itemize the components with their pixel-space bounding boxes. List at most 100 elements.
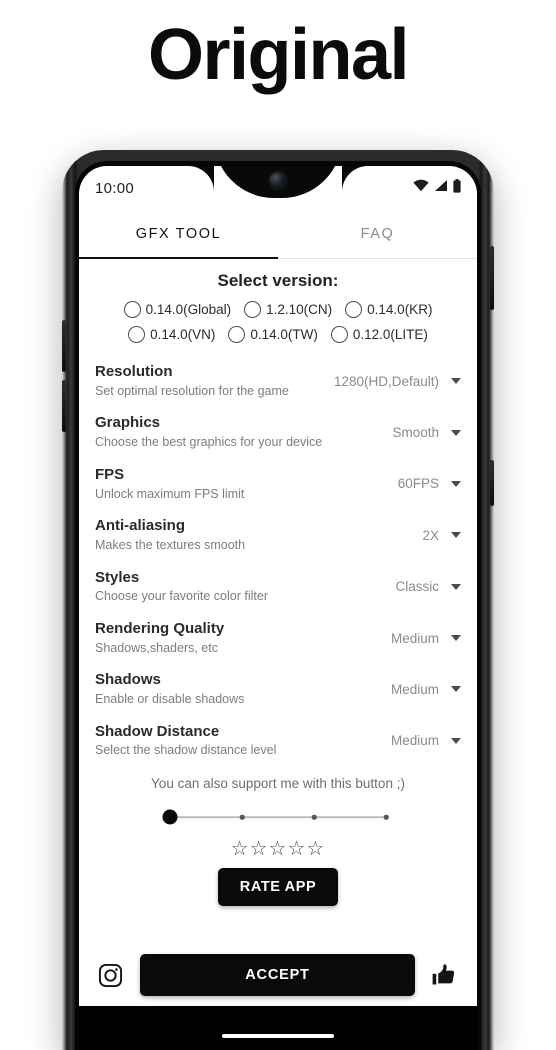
power-button[interactable] [490, 246, 494, 310]
chevron-down-icon[interactable] [451, 429, 461, 436]
setting-subtitle: Enable or disable shadows [95, 692, 245, 706]
setting-text: Anti-aliasing Makes the textures smooth [95, 517, 245, 553]
setting-subtitle: Select the shadow distance level [95, 743, 277, 758]
setting-value: Medium [390, 733, 439, 749]
version-option-cn[interactable]: 1.2.10(CN) [244, 301, 332, 318]
chevron-down-icon[interactable] [451, 378, 461, 385]
radio-icon[interactable] [345, 301, 363, 318]
setting-text: Graphics Choose the best graphics for yo… [95, 414, 322, 450]
setting-text: Shadows Enable or disable shadows [95, 671, 244, 707]
chevron-down-icon[interactable] [451, 583, 461, 590]
setting-value: 2X [422, 527, 439, 543]
setting-row-rendering-quality[interactable]: Rendering Quality Shadows,shaders, etc M… [95, 612, 461, 663]
version-option-label: 0.14.0(KR) [367, 302, 433, 317]
version-row-2: 0.14.0(VN) 0.14.0(TW) 0.12.0(LITE) [79, 326, 477, 343]
setting-dropdown[interactable]: Medium [391, 733, 461, 748]
radio-icon[interactable] [123, 301, 141, 318]
version-option-global[interactable]: 0.14.0(Global) [123, 301, 232, 318]
setting-row-fps[interactable]: FPS Unlock maximum FPS limit 60FPS [95, 458, 461, 509]
setting-value: Smooth [392, 425, 439, 441]
setting-text: Resolution Set optimal resolution for th… [95, 363, 289, 399]
phone-screen: 10:00 GFX TOOL FAQ Select version: 0.14.… [79, 166, 477, 1050]
slider-tick[interactable] [311, 814, 317, 820]
version-option-label: 0.14.0(Global) [145, 302, 232, 317]
setting-text: Shadow Distance Select the shadow distan… [95, 723, 276, 759]
slider-thumb[interactable] [162, 809, 178, 825]
setting-subtitle: Choose your favorite color filter [95, 589, 268, 604]
tab-faq[interactable]: FAQ [278, 210, 477, 258]
version-option-kr[interactable]: 0.14.0(KR) [345, 301, 432, 318]
setting-title: Shadows [95, 671, 161, 689]
chevron-down-icon[interactable] [451, 532, 461, 539]
version-option-lite[interactable]: 0.12.0(LITE) [330, 326, 428, 343]
page-title: Original [147, 15, 410, 95]
radio-icon[interactable] [330, 326, 348, 343]
volume-down-button[interactable] [62, 380, 66, 432]
setting-row-shadows[interactable]: Shadows Enable or disable shadows Medium [95, 663, 461, 714]
radio-icon[interactable] [244, 301, 262, 318]
radio-icon[interactable] [128, 326, 146, 343]
radio-icon[interactable] [228, 326, 246, 343]
status-clock: 10:00 [95, 179, 135, 197]
wifi-icon [413, 179, 429, 197]
setting-subtitle: Choose the best graphics for your device [95, 435, 323, 450]
rate-app-button[interactable]: RATE APP [217, 868, 339, 906]
setting-row-resolution[interactable]: Resolution Set optimal resolution for th… [95, 355, 461, 406]
setting-value: Classic [395, 579, 439, 595]
setting-dropdown[interactable]: Classic [395, 579, 461, 594]
settings-list: Resolution Set optimal resolution for th… [79, 351, 477, 766]
setting-row-styles[interactable]: Styles Choose your favorite color filter… [95, 561, 461, 612]
battery-icon [453, 178, 461, 198]
setting-text: FPS Unlock maximum FPS limit [95, 466, 244, 502]
setting-value: 1280(HD,Default) [333, 373, 439, 389]
version-option-tw[interactable]: 0.14.0(TW) [228, 326, 318, 343]
setting-dropdown[interactable]: Smooth [392, 425, 461, 440]
setting-value: Medium [390, 681, 439, 697]
slider-track[interactable] [170, 816, 386, 818]
setting-value: 60FPS [397, 476, 439, 492]
setting-row-shadow-distance[interactable]: Shadow Distance Select the shadow distan… [95, 715, 461, 766]
tab-gfx-tool[interactable]: GFX TOOL [79, 210, 278, 259]
setting-row-graphics[interactable]: Graphics Choose the best graphics for yo… [95, 406, 461, 457]
status-bar: 10:00 [79, 166, 477, 210]
setting-title: Rendering Quality [95, 619, 225, 637]
select-version-title: Select version: [217, 271, 339, 290]
gesture-pill[interactable] [222, 1034, 334, 1038]
chevron-down-icon[interactable] [451, 635, 461, 642]
star-rating[interactable]: ☆☆☆☆☆ [79, 839, 477, 859]
setting-title: Styles [95, 568, 140, 586]
version-option-label: 0.14.0(TW) [250, 327, 318, 342]
setting-subtitle: Makes the textures smooth [95, 537, 246, 552]
setting-title: Resolution [95, 363, 173, 380]
version-option-vn[interactable]: 0.14.0(VN) [128, 326, 215, 343]
side-key-button[interactable] [490, 460, 494, 506]
signal-icon [434, 179, 448, 197]
setting-dropdown[interactable]: 1280(HD,Default) [334, 374, 461, 389]
thumbs-up-icon[interactable] [431, 962, 459, 989]
instagram-icon[interactable] [97, 962, 124, 989]
slider-tick[interactable] [239, 814, 245, 820]
chevron-down-icon[interactable] [451, 480, 461, 487]
setting-dropdown[interactable]: Medium [391, 631, 461, 646]
android-nav-bar [79, 1006, 477, 1050]
main-content: Select version: 0.14.0(Global) 1.2.10(CN… [79, 258, 477, 1050]
chevron-down-icon[interactable] [451, 686, 461, 693]
setting-dropdown[interactable]: Medium [391, 682, 461, 697]
version-option-label: 0.12.0(LITE) [352, 327, 428, 342]
version-option-label: 0.14.0(VN) [150, 327, 216, 342]
setting-title: FPS [95, 465, 125, 483]
status-icons [413, 178, 461, 198]
tab-bar: GFX TOOL FAQ [79, 210, 477, 259]
accept-button[interactable]: ACCEPT [140, 954, 415, 996]
support-text: You can also support me with this button… [151, 776, 405, 791]
slider-tick[interactable] [383, 814, 389, 820]
chevron-down-icon[interactable] [451, 737, 461, 744]
support-slider[interactable] [162, 808, 394, 826]
bottom-action-bar: ACCEPT [79, 944, 477, 1006]
volume-up-button[interactable] [62, 320, 66, 372]
version-option-label: 1.2.10(CN) [266, 302, 333, 317]
setting-dropdown[interactable]: 2X [422, 528, 461, 543]
setting-title: Graphics [95, 414, 161, 432]
setting-dropdown[interactable]: 60FPS [398, 476, 461, 491]
setting-row-anti-aliasing[interactable]: Anti-aliasing Makes the textures smooth … [95, 509, 461, 560]
